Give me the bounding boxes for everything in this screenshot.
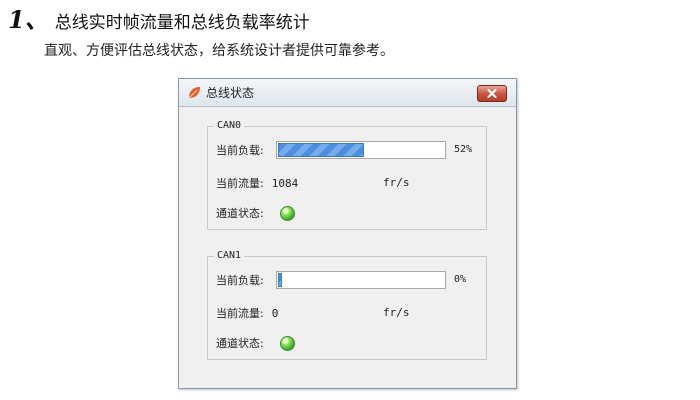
status-indicator-icon [280, 336, 295, 351]
window-titlebar[interactable]: 总线状态 [179, 79, 516, 107]
close-icon [487, 89, 497, 98]
load-label: 当前负载: [216, 144, 264, 157]
status-label: 通道状态: [216, 337, 264, 350]
channel-name: CAN0 [214, 120, 245, 132]
flow-unit: fr/s [383, 306, 410, 319]
window-content: CAN0 当前负载: 52% 当前流量: 1084 fr/s 通道状态: CAN… [179, 108, 516, 388]
status-row: 通道状态: [216, 204, 264, 222]
leaf-icon [188, 86, 200, 98]
flow-row: 当前流量: 1084 [216, 174, 298, 192]
window-title: 总线状态 [206, 86, 255, 100]
section-description: 直观、方便评估总线状态，给系统设计者提供可靠参考。 [44, 43, 394, 59]
close-button[interactable] [477, 85, 507, 102]
load-row: 当前负载: [216, 141, 264, 159]
section-title: 总线实时帧流量和总线负载率统计 [54, 12, 310, 33]
flow-value: 0 [271, 306, 279, 320]
section-number: 1、 [8, 5, 49, 34]
load-progress-fill [278, 143, 364, 157]
flow-value: 1084 [271, 176, 299, 190]
load-progress-bar [276, 141, 446, 159]
load-label: 当前负载: [216, 274, 264, 287]
bus-status-window: 总线状态 CAN0 当前负载: 52% 当前流量: 1084 fr/s 通道状态… [178, 78, 517, 389]
flow-unit: fr/s [383, 176, 410, 189]
status-row: 通道状态: [216, 334, 264, 352]
load-percent-text: 0% [454, 274, 467, 285]
status-label: 通道状态: [216, 207, 264, 220]
flow-label: 当前流量: [216, 307, 264, 320]
load-percent-text: 52% [454, 144, 473, 155]
channel-group-can0: CAN0 当前负载: 52% 当前流量: 1084 fr/s 通道状态: [207, 120, 487, 230]
flow-label: 当前流量: [216, 177, 264, 190]
load-progress-bar [276, 271, 446, 289]
status-indicator-icon [280, 206, 295, 221]
flow-row: 当前流量: 0 [216, 304, 278, 322]
section-heading: 1、 总线实时帧流量和总线负载率统计 [8, 6, 310, 34]
channel-name: CAN1 [214, 250, 245, 262]
load-progress-fill [278, 273, 282, 287]
load-row: 当前负载: [216, 271, 264, 289]
channel-group-can1: CAN1 当前负载: 0% 当前流量: 0 fr/s 通道状态: [207, 250, 487, 360]
